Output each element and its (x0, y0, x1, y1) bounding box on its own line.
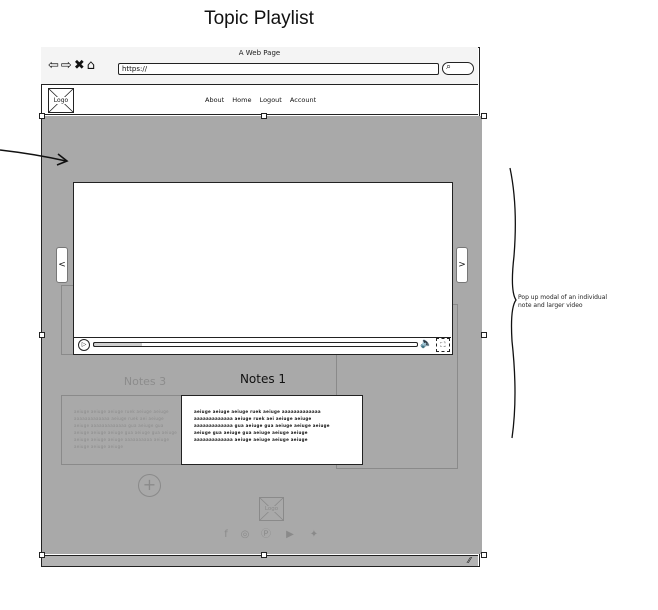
notes-1-card: aeiuge aeiuge aeiuge ruek aeiuge aaaaaaa… (181, 395, 363, 465)
back-arrow-icon[interactable]: ⇦ (48, 58, 61, 73)
selection-handle[interactable] (39, 332, 45, 338)
notes-1-text: aeiuge aeiuge aeiuge ruek aeiuge aaaaaaa… (194, 409, 330, 442)
selection-handle[interactable] (261, 113, 267, 119)
selection-handle[interactable] (39, 113, 45, 119)
footer-logo: Logo (259, 497, 284, 521)
pinterest-icon[interactable]: Ⓟ (259, 529, 273, 541)
video-progress-fill (93, 342, 142, 347)
notes-3-title: Notes 3 (123, 375, 167, 388)
search-icon: ⌕ (446, 62, 452, 72)
nav-account[interactable]: Account (290, 96, 316, 104)
plus-circle-icon[interactable]: + (138, 474, 161, 497)
page-title: Topic Playlist (204, 8, 314, 29)
twitter-icon[interactable]: ✦ (307, 529, 321, 541)
nav-about[interactable]: About (205, 96, 224, 104)
notes-1-title: Notes 1 (239, 372, 287, 386)
prev-note-button[interactable]: < (56, 247, 68, 283)
annotation-arrow (0, 149, 69, 166)
forward-arrow-icon[interactable]: ⇨ (61, 58, 74, 73)
selection-handle[interactable] (481, 332, 487, 338)
resize-grip-icon[interactable]: ⁄⁄ (468, 556, 471, 565)
nav-home[interactable]: Home (232, 96, 251, 104)
instagram-icon[interactable]: ◎ (238, 529, 252, 541)
volume-icon[interactable]: 🔈 (420, 338, 432, 349)
selection-handle[interactable] (481, 552, 487, 558)
main-nav: About Home Logout Account (205, 96, 322, 104)
logo[interactable]: Logo (48, 88, 74, 113)
next-note-button[interactable]: > (456, 247, 468, 283)
logo-text: Logo (52, 97, 70, 104)
url-bar[interactable]: https:// (118, 63, 439, 75)
browser-search-button[interactable]: ⌕ (442, 62, 474, 75)
home-icon[interactable]: ⌂ (87, 58, 97, 73)
browser-nav-icons: ⇦⇨✖⌂ (48, 58, 97, 73)
selection-handle[interactable] (261, 552, 267, 558)
nav-logout[interactable]: Logout (260, 96, 282, 104)
fullscreen-icon[interactable]: ⛶ (436, 338, 450, 352)
notes-3-text: aeiuge aeiuge aeiuge ruek aeiuge aeiuge … (74, 409, 178, 449)
notes-3-card: aeiuge aeiuge aeiuge ruek aeiuge aeiuge … (61, 395, 183, 465)
youtube-icon[interactable]: ▶ (283, 529, 297, 541)
selection-handle[interactable] (481, 113, 487, 119)
play-icon[interactable]: ▷ (78, 339, 90, 351)
browser-bottom-strip (42, 555, 478, 566)
annotation-note: Pop up modal of an individual note and l… (518, 294, 608, 309)
browser-title: A Web Page (238, 49, 281, 57)
selection-handle[interactable] (39, 552, 45, 558)
video-modal (73, 182, 453, 355)
footer-logo-text: Logo (264, 506, 279, 512)
close-icon[interactable]: ✖ (74, 58, 87, 73)
facebook-icon[interactable]: f (219, 529, 233, 541)
